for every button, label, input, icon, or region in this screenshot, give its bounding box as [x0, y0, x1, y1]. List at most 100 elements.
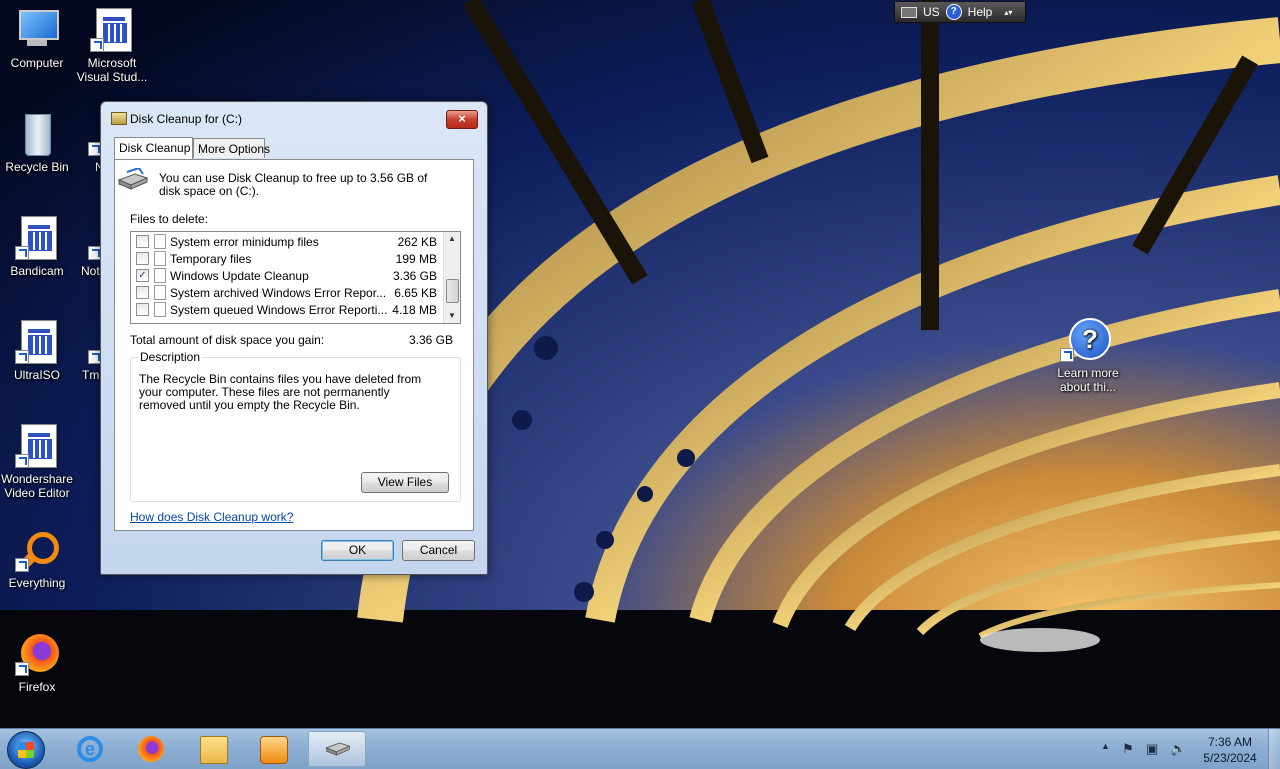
media-player-icon — [260, 736, 288, 764]
intro-text: You can use Disk Cleanup to free up to 3… — [159, 171, 428, 198]
start-button[interactable] — [7, 731, 45, 769]
file-size: 4.18 MB — [392, 303, 437, 317]
show-hidden-icons-icon[interactable]: ▲ — [1101, 741, 1110, 751]
document-shortcut-icon — [15, 216, 59, 260]
desktop-icon-firefox[interactable]: Firefox — [0, 632, 77, 694]
desktop-icon-visual-studio[interactable]: Microsoft Visual Stud... — [72, 8, 152, 84]
list-scrollbar[interactable]: ▲ ▼ — [443, 232, 460, 323]
desktop-icon-label: Microsoft Visual Stud... — [76, 56, 148, 84]
shortcut-arrow-icon — [15, 454, 29, 468]
desktop-icon-computer[interactable]: Computer — [0, 8, 77, 70]
show-desktop-button[interactable] — [1268, 729, 1280, 769]
cancel-button[interactable]: Cancel — [402, 540, 475, 561]
keyboard-icon[interactable] — [901, 6, 917, 18]
list-item[interactable]: System error minidump files 262 KB — [131, 233, 445, 250]
taskbar-explorer[interactable] — [187, 731, 239, 767]
desktop-icon-partial-n[interactable]: N — [72, 112, 102, 174]
network-icon[interactable]: ▣ — [1146, 741, 1158, 757]
view-files-button[interactable]: View Files — [361, 472, 449, 493]
list-item[interactable]: ✓ Windows Update Cleanup 3.36 GB — [131, 267, 445, 284]
tab-more-options[interactable]: More Options — [193, 138, 270, 158]
file-checkbox[interactable] — [136, 286, 149, 299]
description-text: The Recycle Bin contains files you have … — [139, 372, 422, 412]
shortcut-arrow-icon — [15, 662, 29, 676]
file-checkbox[interactable] — [136, 235, 149, 248]
shortcut-arrow-icon — [15, 246, 29, 260]
desktop-icon-everything[interactable]: Everything — [0, 528, 77, 590]
desktop-icon-recycle-bin[interactable]: Recycle Bin — [0, 112, 77, 174]
firefox-icon — [15, 632, 59, 676]
taskbar-internet-explorer[interactable]: e — [64, 731, 116, 767]
file-name: Windows Update Cleanup — [170, 269, 309, 283]
file-icon — [154, 251, 166, 266]
dialog-titlebar[interactable]: Disk Cleanup for (C:) × — [101, 102, 487, 132]
file-size: 3.36 GB — [392, 269, 437, 283]
shortcut-arrow-icon — [90, 38, 104, 52]
file-checkbox[interactable] — [136, 252, 149, 265]
desktop-icon-bandicam[interactable]: Bandicam — [0, 216, 77, 278]
disk-cleanup-dialog: Disk Cleanup for (C:) × Disk Cleanup Mor… — [100, 101, 488, 575]
file-size: 6.65 KB — [394, 286, 437, 300]
disk-cleanup-icon — [111, 112, 127, 125]
taskbar-media-player[interactable] — [247, 731, 299, 767]
taskbar-firefox[interactable] — [125, 731, 177, 767]
language-bar: US ? Help ▴▾ — [894, 1, 1026, 23]
document-shortcut-icon — [15, 320, 59, 364]
desktop-icon-label: Learn more about thi... — [1057, 366, 1119, 394]
volume-icon[interactable]: 🔈 — [1170, 741, 1186, 757]
list-item[interactable]: System archived Windows Error Repor... 6… — [131, 284, 445, 301]
everything-search-icon — [15, 528, 59, 572]
internet-explorer-icon: e — [77, 736, 103, 762]
desktop-icon-learn-more[interactable]: ? Learn more about thi... — [1048, 318, 1128, 394]
file-name: Temporary files — [170, 252, 252, 266]
files-to-delete-list[interactable]: System error minidump files 262 KB Tempo… — [130, 231, 461, 324]
file-name: System error minidump files — [170, 235, 319, 249]
disk-cleanup-panel: You can use Disk Cleanup to free up to 3… — [114, 159, 474, 531]
description-title: Description — [138, 350, 203, 364]
recycle-bin-icon — [15, 112, 59, 156]
document-shortcut-icon — [15, 424, 59, 468]
file-checkbox[interactable]: ✓ — [136, 269, 149, 282]
list-item[interactable]: System queued Windows Error Reporti... 4… — [131, 301, 445, 318]
desktop-icon-label: Tm — [82, 368, 100, 382]
shortcut-arrow-icon — [15, 350, 29, 364]
file-checkbox[interactable] — [136, 303, 149, 316]
close-button[interactable]: × — [446, 110, 478, 129]
clock-date: 5/23/2024 — [1203, 751, 1257, 765]
firefox-icon — [138, 736, 164, 762]
desktop-icon-label: UltraISO — [13, 368, 60, 382]
taskbar: e ▲ ⚑ ▣ 🔈 7:36 AM 5/23/2024 — [0, 728, 1280, 769]
desktop-icon-label: Firefox — [18, 680, 56, 694]
list-item[interactable]: Temporary files 199 MB — [131, 250, 445, 267]
file-icon — [154, 268, 166, 283]
file-icon — [154, 234, 166, 249]
desktop-icon-ultraiso[interactable]: UltraISO — [0, 320, 77, 382]
scroll-down-icon[interactable]: ▼ — [444, 309, 460, 323]
desktop-icon-label: Bandicam — [10, 264, 64, 278]
action-center-flag-icon[interactable]: ⚑ — [1122, 741, 1134, 757]
scrollbar-thumb[interactable] — [446, 279, 459, 303]
language-bar-options-icon[interactable]: ▴▾ — [1004, 8, 1012, 17]
ok-button[interactable]: OK — [321, 540, 394, 561]
disk-cleanup-icon — [325, 737, 351, 763]
total-space-label: Total amount of disk space you gain: — [130, 333, 325, 347]
desktop-icon-wondershare[interactable]: Wondershare Video Editor — [0, 424, 77, 500]
help-icon[interactable]: ? — [945, 4, 962, 20]
desktop-icon-partial-not[interactable]: Not — [72, 216, 102, 278]
scroll-up-icon[interactable]: ▲ — [444, 232, 460, 246]
clock-time: 7:36 AM — [1207, 735, 1253, 749]
help-link[interactable]: How does Disk Cleanup work? — [130, 510, 293, 524]
system-clock[interactable]: 7:36 AM 5/23/2024 — [1196, 734, 1264, 766]
file-icon — [154, 302, 166, 317]
tab-disk-cleanup[interactable]: Disk Cleanup — [114, 137, 193, 159]
language-bar-help[interactable]: Help — [968, 5, 993, 19]
files-to-delete-label: Files to delete: — [130, 212, 209, 226]
file-size: 199 MB — [395, 252, 437, 266]
dialog-title: Disk Cleanup for (C:) — [130, 112, 243, 126]
taskbar-disk-cleanup[interactable] — [308, 731, 366, 767]
total-space-value: 3.36 GB — [408, 333, 453, 347]
language-indicator[interactable]: US — [923, 5, 940, 19]
desktop-icon-partial-tm[interactable]: Tm — [72, 320, 102, 382]
file-icon — [154, 285, 166, 300]
file-size: 262 KB — [397, 235, 437, 249]
